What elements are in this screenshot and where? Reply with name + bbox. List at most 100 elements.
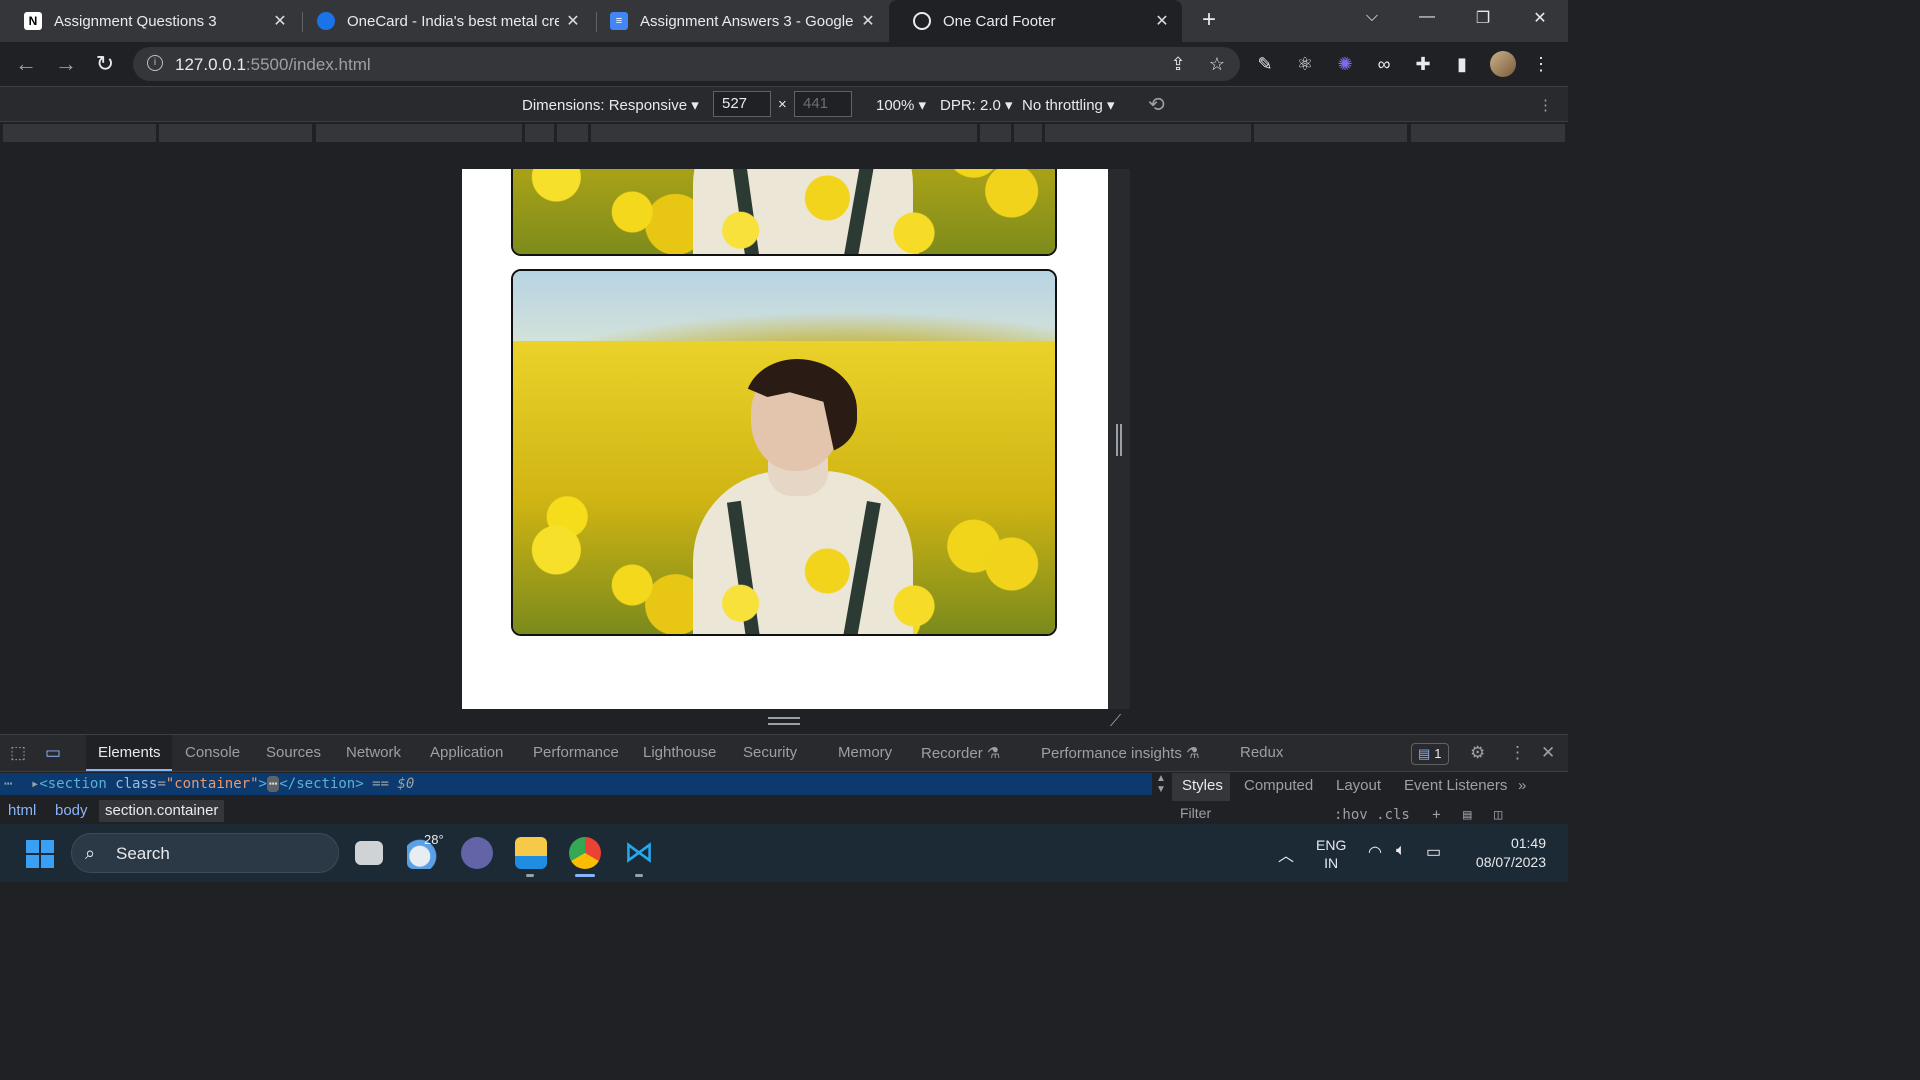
vscode-icon[interactable]: ⋈	[623, 837, 655, 869]
tab-title: One Card Footer	[943, 12, 1056, 30]
media-query-segment[interactable]	[1411, 124, 1565, 142]
media-query-segment[interactable]	[980, 124, 1011, 142]
side-panel-icon[interactable]: ▮	[1451, 53, 1473, 75]
language-indicator[interactable]: ENG IN	[1316, 836, 1346, 872]
back-arrow-icon[interactable]: ←	[14, 52, 38, 76]
media-query-segment[interactable]	[557, 124, 588, 142]
windows-start-icon[interactable]	[26, 840, 54, 868]
device-menu-icon[interactable]: ⋮	[1538, 96, 1553, 114]
tab-lighthouse[interactable]: Lighthouse	[643, 744, 716, 761]
tab-security[interactable]: Security	[743, 744, 797, 761]
zoom-dropdown[interactable]: 100% ▾	[876, 96, 926, 114]
tab-sources[interactable]: Sources	[266, 744, 321, 761]
media-query-segment[interactable]	[159, 124, 312, 142]
sidebar-toggle-icon[interactable]: ◫	[1494, 807, 1502, 823]
battery-icon[interactable]: ▭	[1426, 842, 1441, 862]
puzzle-extensions-icon[interactable]: ✚	[1412, 53, 1434, 75]
clock[interactable]: 01:49 08/07/2023	[1466, 834, 1546, 872]
forward-arrow-icon[interactable]: →	[54, 52, 78, 76]
task-view-icon[interactable]	[355, 841, 383, 865]
breadcrumb-html[interactable]: html	[8, 802, 36, 819]
chrome-icon[interactable]	[569, 837, 601, 869]
media-query-segment[interactable]	[525, 124, 554, 142]
media-query-segment[interactable]	[3, 124, 156, 142]
devtools-panel: ⬚ ▭ Elements Console Sources Network App…	[0, 734, 1568, 825]
dimensions-dropdown[interactable]: Dimensions: Responsive ▾	[522, 96, 699, 114]
glasses-extension-icon[interactable]: ∞	[1373, 53, 1395, 75]
new-tab-button[interactable]: +	[1195, 6, 1223, 34]
window-close-icon[interactable]: ✕	[1530, 8, 1550, 28]
tab-assignment-answers[interactable]: ≡ Assignment Answers 3 - Google D ✕	[586, 0, 888, 42]
tab-application[interactable]: Application	[430, 744, 503, 761]
rotate-icon[interactable]: ⟲	[1148, 92, 1165, 117]
tab-redux[interactable]: Redux	[1240, 744, 1283, 761]
inspect-element-icon[interactable]: ⬚	[10, 743, 26, 763]
tab-network[interactable]: Network	[346, 744, 401, 761]
tab-performance[interactable]: Performance	[533, 744, 619, 761]
close-icon[interactable]: ✕	[559, 11, 587, 31]
scroll-arrows-icon[interactable]: ▲ ▼	[1156, 773, 1166, 795]
viewport-resize-handle-bottom[interactable]	[768, 717, 800, 725]
tab-styles[interactable]: Styles	[1182, 777, 1223, 794]
styles-filter-input[interactable]: Filter	[1172, 805, 1322, 825]
wifi-icon[interactable]: ◠	[1368, 842, 1382, 862]
tab-search-chevron-icon[interactable]: ⌵	[1362, 8, 1382, 26]
tab-recorder[interactable]: Recorder ⚗	[921, 744, 1000, 762]
breadcrumb-section-container[interactable]: section.container	[99, 800, 225, 822]
close-icon[interactable]: ✕	[1148, 11, 1176, 31]
profile-avatar[interactable]	[1490, 51, 1516, 77]
viewport-resize-corner-icon[interactable]: ⟋	[1110, 713, 1121, 731]
tab-assignment-questions[interactable]: N Assignment Questions 3 ✕	[0, 0, 300, 42]
minimize-icon[interactable]: —	[1417, 8, 1437, 26]
close-icon[interactable]: ✕	[266, 11, 294, 31]
devtools-close-icon[interactable]: ✕	[1541, 743, 1555, 763]
tab-onecard[interactable]: OneCard - India's best metal cred ✕	[293, 0, 593, 42]
breadcrumb-body[interactable]: body	[55, 802, 88, 819]
tab-elements[interactable]: Elements	[98, 744, 161, 761]
menu-kebab-icon[interactable]: ⋮	[1530, 53, 1552, 75]
media-query-segment[interactable]	[316, 124, 522, 142]
styles-toolbar: :hov .cls + ▤ ◫	[1334, 807, 1502, 823]
new-rule-plus-icon[interactable]: +	[1432, 807, 1440, 823]
address-bar[interactable]: i 127.0.0.1:5500/index.html ⇪ ☆	[133, 47, 1240, 81]
tab-performance-insights[interactable]: Performance insights ⚗	[1041, 744, 1200, 762]
element-state-icon[interactable]: ▤	[1463, 807, 1471, 823]
tab-event-listeners[interactable]: Event Listeners	[1404, 777, 1507, 794]
collapsed-children-icon[interactable]: ⋯	[266, 776, 280, 792]
share-icon[interactable]: ⇪	[1167, 53, 1189, 75]
tab-one-card-footer[interactable]: One Card Footer ✕	[889, 0, 1182, 42]
issues-badge[interactable]: ▤ 1	[1411, 743, 1449, 765]
taskbar-search[interactable]: ⌕ Search	[71, 833, 339, 873]
tab-computed[interactable]: Computed	[1244, 777, 1313, 794]
react-devtools-icon[interactable]: ⚛	[1294, 53, 1316, 75]
width-input[interactable]: 527	[713, 91, 771, 117]
viewport-resize-handle-right[interactable]	[1116, 424, 1122, 456]
tab-memory[interactable]: Memory	[838, 744, 892, 761]
settings-gear-icon[interactable]: ⚙	[1470, 743, 1485, 763]
height-input[interactable]: 441	[794, 91, 852, 117]
media-query-segment[interactable]	[1254, 124, 1407, 142]
tab-console[interactable]: Console	[185, 744, 240, 761]
selected-dom-node[interactable]: ⋯ ▸<section class="container"> ⋯ </section…	[0, 773, 1152, 795]
bookmark-star-icon[interactable]: ☆	[1206, 53, 1228, 75]
close-icon[interactable]: ✕	[854, 11, 882, 31]
file-explorer-icon[interactable]	[515, 837, 547, 869]
tab-layout[interactable]: Layout	[1336, 777, 1381, 794]
restore-icon[interactable]: ❐	[1473, 8, 1493, 28]
media-query-segment[interactable]	[1014, 124, 1042, 142]
more-tabs-chevron-icon[interactable]: »	[1518, 777, 1526, 794]
dpr-dropdown[interactable]: DPR: 2.0 ▾	[940, 96, 1013, 114]
show-hidden-icons-chevron-icon[interactable]: ︿	[1278, 842, 1294, 866]
hov-cls-toggles[interactable]: :hov .cls	[1334, 807, 1410, 823]
reload-icon[interactable]: ↻	[93, 52, 117, 76]
pen-extension-icon[interactable]: ✎	[1254, 53, 1276, 75]
devtools-menu-icon[interactable]: ⋮	[1509, 743, 1526, 763]
volume-icon[interactable]: 🔈︎	[1396, 842, 1406, 860]
media-query-segment[interactable]	[591, 124, 977, 142]
throttling-dropdown[interactable]: No throttling ▾	[1022, 96, 1115, 114]
site-info-icon[interactable]: i	[147, 55, 163, 71]
teams-chat-icon[interactable]	[461, 837, 493, 869]
extension-flower-icon[interactable]: ✺	[1334, 53, 1356, 75]
media-query-segment[interactable]	[1045, 124, 1251, 142]
device-toggle-icon[interactable]: ▭	[45, 743, 61, 763]
